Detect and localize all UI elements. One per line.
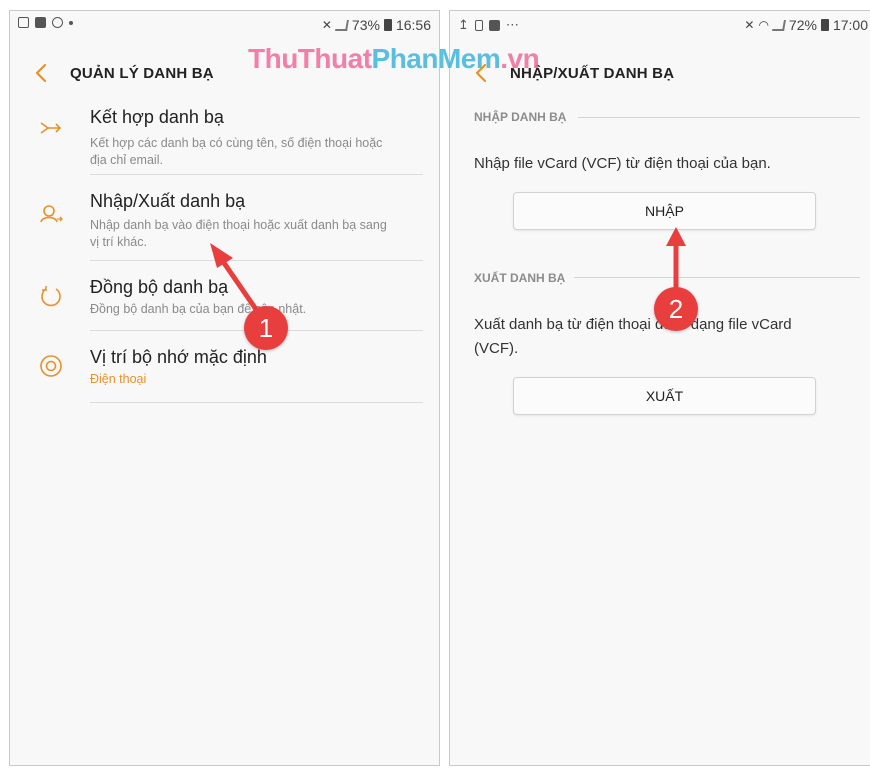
import-export-icon	[40, 205, 63, 223]
upload-icon: ↥	[458, 17, 469, 32]
battery-icon	[383, 19, 392, 31]
import-description: Nhập file vCard (VCF) từ điện thoại của …	[474, 155, 771, 172]
sd-card-icon	[35, 17, 46, 28]
watermark-part: PhanMem	[371, 43, 501, 74]
menu-item-value: Điện thoại	[90, 372, 147, 386]
signal-icon	[771, 19, 786, 31]
clock: 17:00	[832, 17, 868, 33]
contacts-manage-screen: ✕ 73% 16:56 QUẢN LÝ DANH BẠ Kết hợp danh…	[9, 10, 440, 766]
battery-percent: 72%	[788, 17, 817, 33]
merge-icon	[40, 122, 62, 134]
menu-item-desc: Đồng bộ danh bạ của bạn để cập nhật.	[90, 302, 307, 316]
menu-item-title: Kết hợp danh bạ	[90, 107, 224, 127]
signal-icon	[334, 19, 349, 31]
import-button[interactable]: NHẬP	[513, 192, 816, 230]
screenshot-icon	[488, 19, 500, 31]
watermark-part: ThuThuat	[248, 43, 372, 74]
divider	[574, 277, 860, 278]
menu-item-default-storage[interactable]: Vị trí bộ nhớ mặc định Điện thoại	[10, 331, 423, 403]
divider	[578, 117, 860, 118]
menu-item-title: Vị trí bộ nhớ mặc định	[90, 347, 267, 367]
phone-icon	[474, 19, 483, 31]
menu-item-desc: Kết hợp các danh bạ có cùng tên, số điện…	[90, 136, 383, 167]
chevron-left-icon[interactable]	[34, 63, 48, 83]
export-description: Xuất danh bạ từ điện thoại dưới dạng fil…	[474, 316, 792, 357]
more-notifications-icon	[69, 20, 73, 25]
clock: 16:56	[395, 17, 431, 33]
page-title: QUẢN LÝ DANH BẠ	[70, 65, 214, 82]
gallery-icon	[18, 17, 29, 28]
more-notifications-icon: ⋯	[505, 17, 519, 32]
watermark: ThuThuatPhanMem.vn	[248, 43, 540, 75]
watermark-part: .vn	[500, 43, 540, 74]
menu-item-sync-contacts[interactable]: Đồng bộ danh bạ Đồng bộ danh bạ của bạn …	[10, 261, 423, 331]
menu-item-import-export[interactable]: Nhập/Xuất danh bạ Nhập danh bạ vào điện …	[10, 175, 423, 261]
menu-item-title: Đồng bộ danh bạ	[90, 277, 229, 297]
storage-icon	[40, 355, 62, 377]
export-section-label: XUẤT DANH BẠ	[474, 271, 566, 285]
import-export-screen: ↥ ⋯ ✕ ◠ 72% 17:00 NHẬP/XUẤT DANH BẠ NHẬP…	[449, 10, 870, 766]
step-2-badge: 2	[654, 287, 698, 331]
import-section-label: NHẬP DANH BẠ	[474, 110, 567, 124]
sync-icon	[41, 286, 61, 307]
menu-item-desc: Nhập danh bạ vào điện thoại hoặc xuất da…	[90, 218, 387, 249]
sync-status-icon	[52, 17, 63, 28]
step-1-badge: 1	[244, 306, 288, 350]
wifi-icon: ◠	[758, 18, 769, 32]
export-button[interactable]: XUẤT	[513, 377, 816, 415]
menu-item-title: Nhập/Xuất danh bạ	[90, 191, 246, 211]
battery-percent: 73%	[351, 17, 380, 33]
battery-icon	[820, 19, 829, 31]
mute-icon: ✕	[744, 18, 755, 32]
status-bar: ✕ 73% 16:56	[10, 11, 439, 39]
mute-icon: ✕	[321, 18, 332, 32]
status-bar: ↥ ⋯ ✕ ◠ 72% 17:00	[450, 11, 870, 39]
divider	[90, 402, 423, 403]
menu-item-merge-contacts[interactable]: Kết hợp danh bạ Kết hợp các danh bạ có c…	[10, 97, 423, 175]
